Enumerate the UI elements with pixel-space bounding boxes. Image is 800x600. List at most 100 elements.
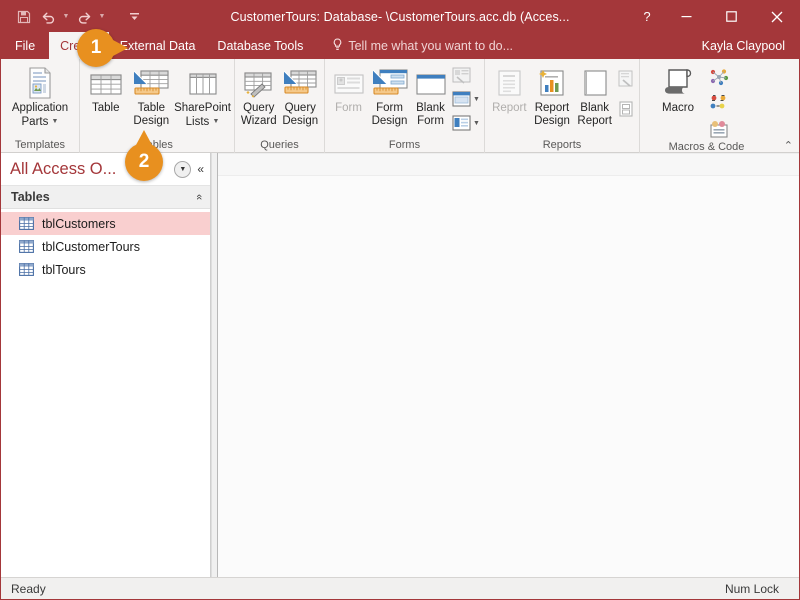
ribbon-group-macros-code: Macro Macros & Code ⌃ bbox=[639, 59, 799, 153]
callout-tail bbox=[136, 130, 152, 145]
nav-item-tbltours[interactable]: tblTours bbox=[1, 258, 210, 281]
form-design-button[interactable]: Form Design bbox=[369, 62, 410, 128]
callout-tail bbox=[113, 40, 128, 56]
blank-report-button[interactable]: Blank Report bbox=[573, 62, 616, 128]
macro-label-top: Macro bbox=[662, 102, 694, 114]
minimize-button[interactable] bbox=[664, 1, 709, 32]
navigation-group-tables[interactable]: Tables « bbox=[1, 186, 210, 209]
form-design-label-bottom: Design bbox=[371, 115, 408, 127]
application-parts-label-bottom: Parts bbox=[21, 116, 49, 128]
undo-icon[interactable] bbox=[37, 6, 59, 28]
callout-badge-1: 1 bbox=[77, 29, 128, 67]
save-icon[interactable] bbox=[13, 6, 35, 28]
class-module-button[interactable] bbox=[708, 118, 730, 139]
maximize-button[interactable] bbox=[709, 1, 754, 32]
tab-file[interactable]: File bbox=[1, 32, 49, 59]
help-button[interactable]: ? bbox=[630, 1, 664, 32]
group-label-templates: Templates bbox=[14, 139, 66, 151]
query-wizard-button[interactable]: Query Wizard bbox=[238, 62, 280, 128]
table-object-icon bbox=[19, 217, 34, 230]
nav-item-label: tblCustomers bbox=[42, 216, 116, 231]
form-icon bbox=[332, 65, 366, 99]
application-parts-icon bbox=[25, 65, 55, 99]
blank-form-label-bottom: Form bbox=[417, 115, 444, 127]
window-controls: ? bbox=[630, 1, 799, 32]
ribbon-group-tables: Table Table Design SharePoint Lists ▼ Ta… bbox=[79, 59, 234, 153]
nav-item-tblcustomers[interactable]: tblCustomers bbox=[1, 212, 210, 235]
work-area bbox=[218, 153, 799, 577]
tell-me-search[interactable]: Tell me what you want to do... bbox=[314, 32, 523, 59]
undo-dropdown-icon[interactable]: ▼ bbox=[61, 6, 71, 28]
blank-report-icon bbox=[580, 65, 610, 99]
customize-quick-access-icon[interactable] bbox=[123, 6, 145, 28]
query-wizard-label-bottom: Wizard bbox=[240, 115, 277, 127]
macros-small-buttons bbox=[705, 62, 730, 139]
chevron-down-icon: ▼ bbox=[51, 118, 59, 125]
more-forms-button[interactable]: ▼ bbox=[451, 113, 481, 134]
form-wizard-button bbox=[451, 65, 481, 86]
tab-database-tools[interactable]: Database Tools bbox=[206, 32, 314, 59]
table-design-label-top: Table bbox=[137, 102, 166, 114]
chevron-up-icon[interactable]: « bbox=[193, 194, 205, 200]
nav-item-tblcustomertours[interactable]: tblCustomerTours bbox=[1, 235, 210, 258]
redo-dropdown-icon[interactable]: ▼ bbox=[97, 6, 107, 28]
table-design-label-bottom: Design bbox=[133, 115, 170, 127]
form-button: Form bbox=[328, 62, 369, 115]
user-account-label[interactable]: Kayla Claypool bbox=[702, 32, 799, 59]
navigation-pane: All Access O... ▼ « Tables « tblCustomer… bbox=[1, 153, 211, 577]
callout-badge-2-number: 2 bbox=[138, 151, 150, 172]
ribbon: Application Parts ▼ Templates Table Tabl… bbox=[1, 59, 799, 153]
group-label-macros-code: Macros & Code bbox=[668, 141, 745, 153]
query-wizard-label-top: Query bbox=[243, 102, 275, 114]
sharepoint-lists-label-top: SharePoint bbox=[174, 102, 231, 114]
report-design-icon bbox=[536, 65, 568, 99]
nav-item-label: tblTours bbox=[42, 262, 86, 277]
application-parts-button[interactable]: Application Parts ▼ bbox=[9, 62, 71, 129]
tell-me-label: Tell me what you want to do... bbox=[348, 38, 514, 53]
labels-button bbox=[616, 98, 636, 119]
collapse-ribbon-button[interactable]: ⌃ bbox=[784, 139, 793, 152]
status-bar: Ready Num Lock bbox=[1, 577, 799, 599]
table-button[interactable]: Table bbox=[83, 62, 129, 115]
title-bar: ▼ ▼ CustomerTours: Database- \CustomerTo… bbox=[1, 1, 799, 32]
forms-small-buttons: ▼ ▼ bbox=[451, 62, 481, 134]
blank-form-button[interactable]: Blank Form bbox=[410, 62, 451, 128]
navigation-pane-dropdown-icon[interactable]: ▼ bbox=[174, 160, 192, 178]
redo-icon[interactable] bbox=[73, 6, 95, 28]
nav-item-label: tblCustomerTours bbox=[42, 239, 140, 254]
sharepoint-lists-button[interactable]: SharePoint Lists ▼ bbox=[174, 62, 231, 129]
table-label-top: Table bbox=[92, 102, 120, 114]
group-label-forms: Forms bbox=[388, 139, 421, 151]
report-wizard-button bbox=[616, 68, 636, 89]
navigation-button[interactable]: ▼ bbox=[451, 89, 481, 110]
callout-badge-1-number: 1 bbox=[90, 37, 102, 58]
query-design-button[interactable]: Query Design bbox=[280, 62, 322, 128]
num-lock-indicator: Num Lock bbox=[724, 581, 779, 596]
navigation-pane-splitter[interactable] bbox=[211, 153, 218, 577]
table-design-button[interactable]: Table Design bbox=[129, 62, 175, 128]
table-icon bbox=[89, 65, 123, 99]
blank-form-icon bbox=[414, 65, 448, 99]
navigation-group-label: Tables bbox=[11, 190, 50, 204]
lightbulb-icon bbox=[332, 37, 343, 54]
report-icon bbox=[494, 65, 524, 99]
main-body: All Access O... ▼ « Tables « tblCustomer… bbox=[1, 153, 799, 577]
module-button[interactable] bbox=[708, 92, 730, 113]
shutter-bar-collapse-icon[interactable]: « bbox=[197, 162, 204, 176]
report-design-label-top: Report bbox=[534, 102, 570, 114]
report-design-label-bottom: Design bbox=[534, 115, 570, 127]
group-label-queries: Queries bbox=[260, 139, 299, 151]
ribbon-group-queries: Query Wizard Query Design Queries bbox=[234, 59, 324, 153]
blank-form-label-top: Blank bbox=[416, 102, 445, 114]
blank-report-label-top: Blank bbox=[580, 102, 610, 114]
form-design-icon bbox=[370, 65, 410, 99]
macro-icon bbox=[661, 65, 695, 99]
macro-button[interactable]: Macro bbox=[651, 62, 705, 115]
visual-basic-button[interactable] bbox=[708, 66, 730, 87]
reports-small-buttons bbox=[616, 62, 636, 119]
sharepoint-lists-label-bottom: Lists bbox=[185, 116, 210, 128]
report-design-button[interactable]: Report Design bbox=[531, 62, 574, 128]
close-button[interactable] bbox=[754, 1, 799, 32]
report-label-top: Report bbox=[492, 102, 527, 114]
report-button: Report bbox=[488, 62, 531, 115]
